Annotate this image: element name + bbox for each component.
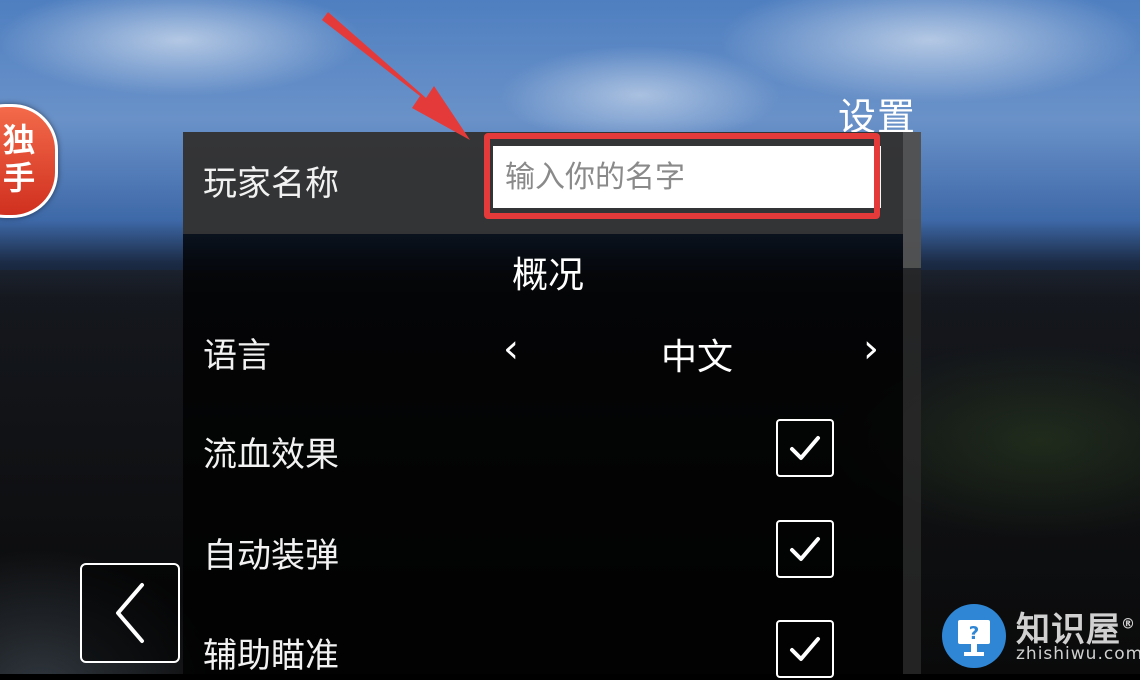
side-badge-text: 独手 [3, 121, 36, 197]
section-overview: 概况 [512, 255, 585, 296]
language-label: 语言 [203, 336, 271, 376]
language-prev-button[interactable]: ‹ [503, 326, 519, 372]
checkmark-icon [790, 436, 820, 460]
checkmark-icon [790, 637, 820, 661]
scrollbar-thumb[interactable] [903, 132, 921, 268]
input-highlight-box [484, 133, 880, 219]
checkbox-bleeding[interactable] [776, 419, 834, 477]
checkbox-aimassist[interactable] [776, 620, 834, 678]
option-row-aimassist: 辅助瞄准 [183, 620, 903, 680]
watermark-logo-icon: ? [942, 604, 1006, 668]
checkmark-icon [790, 537, 820, 561]
option-row-autoreload: 自动装弹 [183, 520, 903, 580]
settings-scrollbar[interactable] [903, 132, 921, 674]
player-name-label: 玩家名称 [203, 164, 339, 204]
option-row-bleeding: 流血效果 [183, 419, 903, 479]
language-next-button[interactable]: › [863, 326, 879, 372]
svg-text:?: ? [969, 623, 979, 644]
option-label-autoreload: 自动装弹 [203, 536, 339, 576]
back-button[interactable] [80, 563, 180, 663]
watermark: ? 知识屋® zhishiwu.com [940, 600, 1140, 668]
red-arrow-icon [322, 12, 470, 140]
watermark-url: zhishiwu.com [1016, 644, 1140, 664]
chevron-left-icon [116, 583, 144, 643]
option-label-bleeding: 流血效果 [203, 435, 339, 475]
language-value: 中文 [661, 337, 734, 378]
checkbox-autoreload[interactable] [776, 520, 834, 578]
option-label-aimassist: 辅助瞄准 [203, 636, 339, 676]
language-row: 语言 ‹ 中文 › [183, 322, 903, 382]
